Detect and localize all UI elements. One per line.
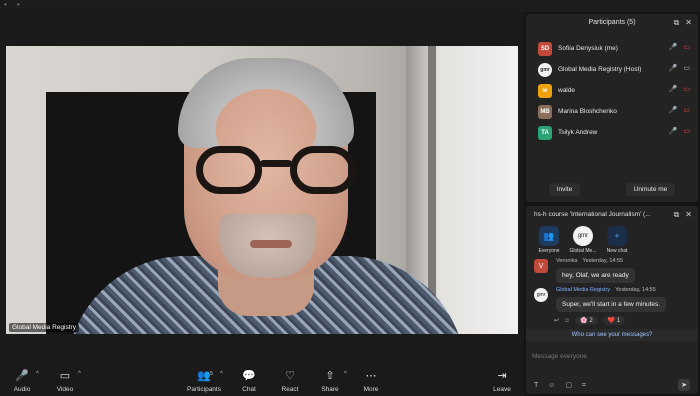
- message-sender: Global Media Registry: [556, 287, 611, 293]
- avatar: w: [538, 83, 552, 98]
- participants-options-caret[interactable]: ^: [220, 371, 223, 377]
- participant-row[interactable]: SD Sofiia Denysiuk (me) 🎤 ▭: [526, 38, 698, 59]
- more-button[interactable]: ⋯ More: [351, 369, 391, 393]
- titlebar-controls: • •: [4, 0, 20, 9]
- emoji-icon[interactable]: ☺: [548, 382, 555, 389]
- mic-muted-icon: 🎤: [668, 44, 678, 51]
- popout-icon[interactable]: ⧉: [674, 210, 680, 219]
- leave-icon: ⇥: [497, 370, 507, 382]
- video-stage: Global Media Registry: [0, 12, 524, 358]
- chat-icon: 💬: [242, 370, 256, 382]
- text-format-icon[interactable]: T: [534, 382, 538, 389]
- video-name-tag: Global Media Registry: [9, 323, 79, 332]
- speaker-mouth: [250, 240, 292, 248]
- file-icon[interactable]: ▢: [565, 382, 572, 389]
- participant-row[interactable]: MB Marina Bloshchenko 🎤 ▭: [526, 101, 698, 122]
- share-options-caret[interactable]: ^: [344, 371, 347, 377]
- more-icon: ⋯: [365, 370, 377, 382]
- screenshot-icon[interactable]: ⌗: [582, 382, 586, 389]
- participants-icon: 👥 5: [197, 370, 213, 382]
- avatar: gmr: [534, 288, 548, 302]
- participant-name: walde: [558, 87, 575, 94]
- chat-message: V Veronika Yesterday, 14:55 hey, Olaf, we…: [526, 258, 698, 283]
- message-time: Yesterday, 14:55: [615, 287, 656, 293]
- share-screen-icon: ⇧: [325, 370, 335, 382]
- participants-panel: Participants (5) ⧉ ✕ SD Sofiia Denysiuk (m…: [526, 14, 698, 202]
- send-button[interactable]: ➤: [678, 379, 690, 391]
- participant-name: Tsilyk Andrew: [558, 129, 598, 136]
- meeting-toolbar: 🎤 Audio ^ ▭ Video ^ 👥 5 Participants ^ 💬 …: [0, 358, 524, 396]
- popout-icon[interactable]: ⧉: [674, 18, 680, 27]
- camera-off-icon: ▭: [683, 86, 690, 93]
- close-icon[interactable]: ✕: [685, 18, 692, 27]
- camera-off-icon: ▭: [59, 370, 71, 382]
- participant-row[interactable]: gmr Global Media Registry (Host) 🎤 ▭: [526, 59, 698, 80]
- gmr-logo-icon: gmr: [573, 226, 593, 246]
- window-titlebar: • •: [0, 0, 700, 12]
- mic-icon: 🎤: [668, 65, 678, 72]
- people-icon: 👥: [539, 226, 559, 246]
- mic-muted-icon: 🎤: [15, 370, 29, 382]
- chat-message: gmr Global Media Registry Yesterday, 14:5…: [526, 287, 698, 312]
- close-icon[interactable]: ✕: [685, 210, 692, 219]
- camera-off-icon: ▭: [683, 128, 690, 135]
- participant-name: Marina Bloshchenko: [558, 108, 617, 115]
- heart-icon: ♡: [285, 370, 295, 382]
- chat-targets: 👥 Everyone gmr Global Me... + New chat: [526, 226, 698, 254]
- unmute-me-button[interactable]: Unmute me: [625, 183, 676, 196]
- chat-panel-title: hs-h course 'International Journalism' (…: [534, 211, 651, 218]
- mic-muted-icon: 🎤: [668, 86, 678, 93]
- message-time: Yesterday, 14:55: [582, 258, 624, 264]
- participants-panel-title: Participants (5): [588, 19, 636, 26]
- plus-icon: +: [607, 226, 627, 246]
- participants-list: SD Sofiia Denysiuk (me) 🎤 ▭ gmr Global Media …: [526, 38, 698, 143]
- avatar: V: [534, 259, 548, 273]
- message-text: Super, we'll start in a few minutes.: [556, 297, 667, 312]
- message-input[interactable]: [532, 353, 692, 360]
- active-speaker-video[interactable]: Global Media Registry: [6, 46, 518, 334]
- reply-icon[interactable]: ↩: [554, 317, 559, 324]
- camera-off-icon: ▭: [683, 44, 690, 51]
- participant-name: Global Media Registry (Host): [558, 66, 642, 73]
- react-button[interactable]: ♡ React: [270, 369, 310, 393]
- mic-muted-icon: 🎤: [668, 107, 678, 114]
- avatar: gmr: [538, 62, 552, 77]
- invite-button[interactable]: Invite: [548, 183, 581, 196]
- who-can-see-link[interactable]: Who can see your messages?: [526, 329, 698, 341]
- speaker-hair: [178, 58, 354, 148]
- message-reactions: ↩ ☺ 🌸 2 ❤️ 1: [526, 316, 698, 325]
- mic-muted-icon: 🎤: [668, 128, 678, 135]
- chat-target-global-media[interactable]: gmr Global Me...: [566, 226, 600, 254]
- avatar: TA: [538, 125, 552, 140]
- leave-button[interactable]: ⇥ Leave: [482, 369, 522, 393]
- participants-panel-header: Participants (5) ⧉ ✕: [526, 14, 698, 32]
- chat-target-new-chat[interactable]: + New chat: [600, 226, 634, 254]
- chat-button[interactable]: 💬 Chat: [229, 369, 269, 393]
- camera-off-icon: ▭: [683, 107, 690, 114]
- composer-tools: T ☺ ▢ ⌗: [534, 381, 594, 390]
- participants-footer: Invite Unmute me: [526, 183, 698, 196]
- reaction-chip[interactable]: 🌸 2: [575, 316, 598, 325]
- message-composer: [526, 345, 698, 367]
- message-sender: Veronika: [556, 258, 578, 264]
- speaker-glasses: [192, 146, 362, 196]
- avatar: MB: [538, 104, 552, 119]
- send-icon: ➤: [681, 382, 687, 389]
- camera-icon: ▭: [683, 65, 690, 72]
- add-reaction-icon[interactable]: ☺: [564, 318, 570, 324]
- avatar: SD: [538, 41, 552, 56]
- right-sidebar: Participants (5) ⧉ ✕ SD Sofiia Denysiuk (m…: [524, 12, 700, 396]
- chat-panel: hs-h course 'International Journalism' (…: [526, 206, 698, 394]
- reaction-chip[interactable]: ❤️ 1: [602, 316, 626, 325]
- participant-name: Sofiia Denysiuk (me): [558, 45, 618, 52]
- message-text: hey, Olaf, we are ready: [556, 268, 635, 283]
- audio-options-caret[interactable]: ^: [36, 371, 39, 377]
- participant-row[interactable]: w walde 🎤 ▭: [526, 80, 698, 101]
- video-options-caret[interactable]: ^: [78, 371, 81, 377]
- chat-target-everyone[interactable]: 👥 Everyone: [532, 226, 566, 254]
- participants-button[interactable]: 👥 5 Participants: [184, 369, 224, 393]
- chat-panel-header: hs-h course 'International Journalism' (…: [526, 206, 698, 224]
- participant-row[interactable]: TA Tsilyk Andrew 🎤 ▭: [526, 122, 698, 143]
